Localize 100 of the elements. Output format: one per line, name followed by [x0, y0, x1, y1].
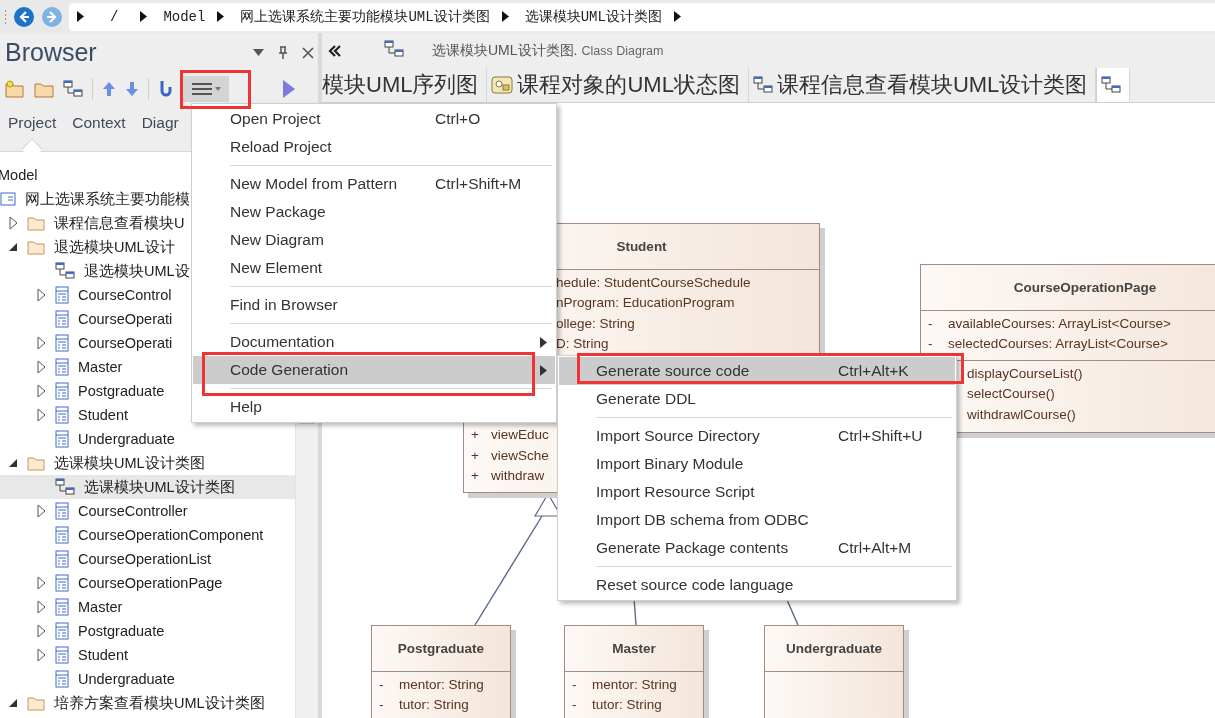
- member-text: mentor: String: [592, 676, 677, 692]
- menu-button[interactable]: [183, 76, 229, 102]
- member-text: tutor: String: [399, 697, 469, 713]
- play-icon[interactable]: [283, 80, 295, 98]
- panel-tab[interactable]: Context: [72, 114, 126, 148]
- expand-arrow-icon[interactable]: [36, 600, 46, 614]
- tree-item[interactable]: 选课模块UML设计类图: [0, 451, 295, 475]
- class-icon: [55, 598, 69, 616]
- state-diagram-icon: [491, 75, 514, 95]
- chevron-icon: [140, 11, 148, 22]
- breadcrumb-item[interactable]: /: [110, 8, 119, 25]
- member-text: D: String: [556, 336, 609, 352]
- tree-item[interactable]: 选课模块UML设计类图: [0, 475, 295, 499]
- tree-item[interactable]: Master: [0, 595, 295, 619]
- expand-arrow-icon[interactable]: [36, 288, 46, 302]
- breadcrumb-item[interactable]: 网上选课系统主要功能模块UML设计类图: [240, 7, 490, 26]
- diagram-icon: [63, 80, 83, 98]
- expand-arrow-icon[interactable]: [8, 216, 18, 230]
- diagram-type-label: Class Diagram: [581, 43, 664, 58]
- expand-arrow-icon[interactable]: [36, 384, 46, 398]
- menu-item[interactable]: Generate DDL: [559, 385, 955, 413]
- folder-icon: [27, 695, 45, 711]
- menu-item[interactable]: Code Generation: [193, 356, 555, 384]
- collapse-arrow-icon[interactable]: [8, 458, 18, 468]
- collapse-icon[interactable]: [328, 43, 342, 58]
- class-icon: [55, 358, 69, 376]
- menu-item[interactable]: Find in Browser: [193, 291, 555, 319]
- visibility-marker: -: [571, 676, 578, 692]
- expand-arrow-icon[interactable]: [36, 408, 46, 422]
- tree-item[interactable]: Student: [0, 643, 295, 667]
- class-icon: [55, 382, 69, 400]
- class-icon: [55, 526, 69, 544]
- diagram-icon: [55, 262, 75, 280]
- menu-item[interactable]: Import Binary Module: [559, 450, 955, 478]
- member-text: ollege: String: [556, 315, 635, 331]
- menu-item[interactable]: New Diagram: [193, 226, 555, 254]
- tree-item[interactable]: Undergraduate: [0, 667, 295, 691]
- tree-item[interactable]: CourseOperationList: [0, 547, 295, 571]
- menu-item[interactable]: Import Source Directory Ctrl+Shift+U: [559, 422, 955, 450]
- member-text: tutor: String: [592, 697, 662, 713]
- expand-arrow-icon[interactable]: [36, 360, 46, 374]
- panel-tab[interactable]: Diagr: [141, 114, 179, 148]
- tree-item[interactable]: 培养方案查看模块UML设计类图: [0, 691, 295, 715]
- back-button[interactable]: [13, 5, 35, 28]
- breadcrumb-item[interactable]: 选课模块UML设计类图: [524, 7, 662, 26]
- breadcrumb-item[interactable]: Model: [163, 8, 206, 25]
- menu-item[interactable]: Import DB schema from ODBC: [559, 506, 955, 534]
- menu-item[interactable]: New Package: [193, 198, 555, 226]
- tree-item[interactable]: CourseOperationComponent: [0, 523, 295, 547]
- menu-item[interactable]: Generate Package contents Ctrl+Alt+M: [559, 534, 955, 562]
- diagram-tab[interactable]: 课程对象的UML状态图: [487, 68, 749, 102]
- tree-item[interactable]: CourseOperationPage: [0, 571, 295, 595]
- submenu-arrow-icon: [540, 365, 547, 376]
- caret-icon: [214, 87, 221, 91]
- member-text: hedule: StudentCourseSchedule: [556, 274, 751, 290]
- diagram-icon: [55, 478, 75, 496]
- menu-item[interactable]: Documentation: [193, 328, 555, 356]
- class-name: Undergraduate: [786, 641, 882, 656]
- tree-item[interactable]: Undergraduate: [0, 427, 295, 451]
- expand-arrow-icon[interactable]: [36, 576, 46, 590]
- link-icon[interactable]: [158, 79, 172, 99]
- member-text: availableCourses: ArrayList<Course>: [948, 315, 1171, 331]
- class-icon: [55, 286, 69, 304]
- expand-arrow-icon[interactable]: [36, 336, 46, 350]
- dropdown-icon[interactable]: [253, 49, 264, 56]
- panel-title: Browser: [5, 38, 98, 67]
- highlight-frame: [180, 70, 251, 109]
- visibility-marker: +: [470, 447, 480, 463]
- menu-item[interactable]: Reload Project: [193, 133, 555, 161]
- visibility-marker: -: [927, 315, 934, 331]
- pin-icon[interactable]: [278, 45, 288, 60]
- grip-icon: [4, 8, 7, 25]
- collapse-arrow-icon[interactable]: [8, 242, 18, 252]
- class-name: Student: [616, 239, 667, 254]
- class-icon: [55, 430, 69, 448]
- submenu-arrow-icon: [540, 337, 547, 348]
- class-icon: [55, 622, 69, 640]
- expand-arrow-icon[interactable]: [36, 624, 46, 638]
- expand-arrow-icon[interactable]: [36, 504, 46, 518]
- menu-item[interactable]: New Model from Pattern Ctrl+Shift+M: [193, 170, 555, 198]
- move-up-icon[interactable]: [102, 81, 116, 97]
- menu-item[interactable]: New Element: [193, 254, 555, 282]
- collapse-arrow-icon[interactable]: [8, 698, 18, 708]
- menu-item[interactable]: Help: [193, 393, 555, 421]
- class-name: Master: [612, 641, 656, 656]
- class-icon: [55, 502, 69, 520]
- menu-item[interactable]: Reset source code language: [559, 571, 955, 599]
- move-down-icon[interactable]: [125, 81, 139, 97]
- tree-item[interactable]: Postgraduate: [0, 619, 295, 643]
- close-icon[interactable]: [302, 46, 314, 59]
- menu-icon: [191, 82, 212, 96]
- diagram-title: 选课模块UML设计类图.: [432, 41, 578, 60]
- member-text: nProgram: EducationProgram: [556, 295, 735, 311]
- menu-item[interactable]: Import Resource Script: [559, 478, 955, 506]
- member-text: selectedCourses: ArrayList<Course>: [948, 336, 1168, 352]
- expand-arrow-icon[interactable]: [36, 648, 46, 662]
- diagram-tab[interactable]: 模块UML序列图: [322, 68, 488, 102]
- diagram-tab[interactable]: [1096, 68, 1131, 102]
- menu-item[interactable]: Open Project Ctrl+O: [193, 105, 555, 133]
- tree-item[interactable]: CourseController: [0, 499, 295, 523]
